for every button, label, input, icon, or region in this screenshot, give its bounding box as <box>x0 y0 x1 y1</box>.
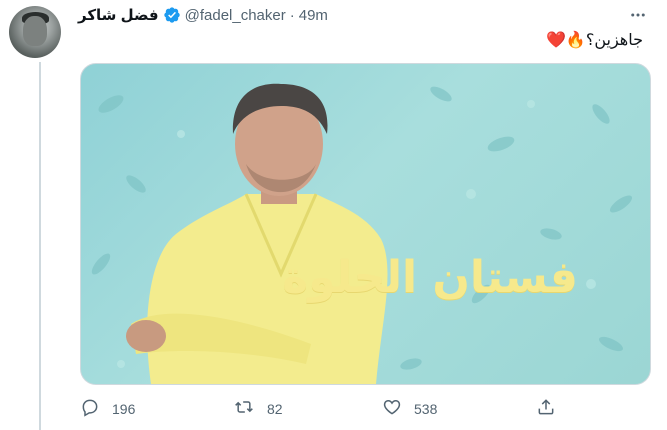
poster-artwork <box>91 83 633 384</box>
user-handle[interactable]: @fadel_chaker <box>185 7 286 24</box>
poster-title-text: فستان الحلوة <box>282 252 578 303</box>
heart-icon <box>382 397 414 420</box>
tweet-header: فضل شاكر @fadel_chaker · 49m <box>78 5 328 25</box>
timestamp[interactable]: 49m <box>299 7 328 24</box>
tweet-actions: 196 82 538 <box>80 397 640 421</box>
thread-line <box>39 62 41 430</box>
verified-badge-icon <box>163 6 181 24</box>
retweet-button[interactable]: 82 <box>233 397 283 420</box>
tweet-text: جاهزين؟🔥❤️ <box>546 32 643 49</box>
reply-icon <box>80 397 112 420</box>
share-button[interactable] <box>536 397 568 420</box>
avatar-face <box>23 16 47 46</box>
tweet-media-image[interactable]: فستان الحلوة <box>80 63 651 385</box>
retweet-count: 82 <box>267 400 283 417</box>
like-count: 538 <box>414 400 438 417</box>
like-button[interactable]: 538 <box>382 397 437 420</box>
share-icon <box>536 397 568 420</box>
reply-count: 196 <box>112 400 136 417</box>
avatar[interactable] <box>9 6 61 58</box>
more-options-icon[interactable] <box>627 4 649 26</box>
retweet-icon <box>233 397 267 420</box>
reply-button[interactable]: 196 <box>80 397 135 420</box>
separator-dot: · <box>289 6 295 24</box>
display-name[interactable]: فضل شاكر <box>78 6 159 24</box>
